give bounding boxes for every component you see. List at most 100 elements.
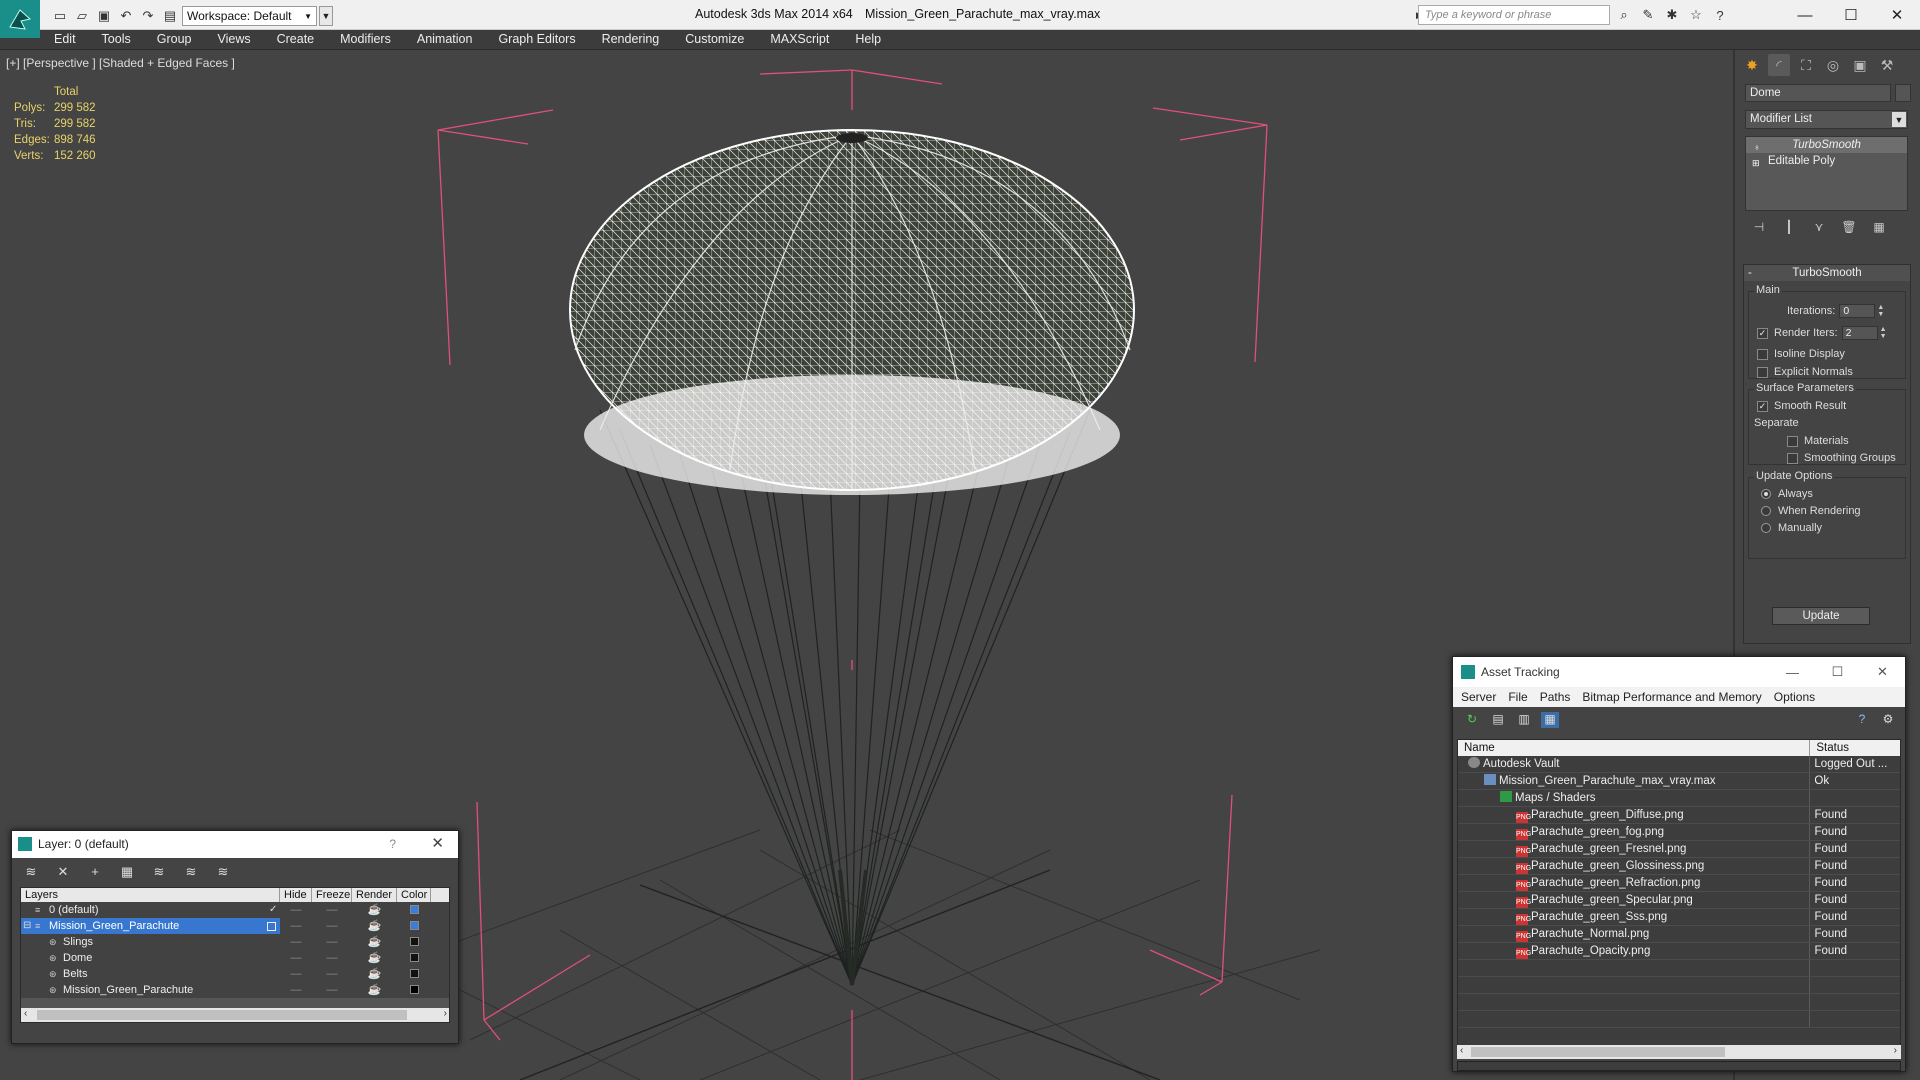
object-color-swatch[interactable] <box>1895 84 1911 102</box>
scroll-left-icon[interactable]: ‹ <box>24 1008 27 1019</box>
menu-tools[interactable]: Tools <box>102 30 144 49</box>
layer-name-cell[interactable]: ⊛ Slings <box>21 934 280 950</box>
hide-toggle[interactable]: — <box>280 966 312 982</box>
hide-toggle[interactable]: — <box>280 918 312 934</box>
rollout-header[interactable]: - TurboSmooth <box>1744 265 1910 281</box>
menu-rendering[interactable]: Rendering <box>602 30 673 49</box>
asset-name-cell[interactable]: PNGParachute_Normal.png <box>1458 926 1811 942</box>
configure-sets-icon[interactable]: ▦ <box>1871 220 1887 234</box>
col-color[interactable]: Color <box>397 888 431 902</box>
render-teapot-icon[interactable]: ☕ <box>352 902 397 918</box>
asset-horizontal-scrollbar[interactable]: ‹ › <box>1457 1045 1901 1059</box>
modifier-list-dropdown[interactable]: Modifier List ▼ <box>1745 110 1908 129</box>
grid-view-icon[interactable]: ▦ <box>1541 712 1559 728</box>
col-render[interactable]: Render <box>352 888 397 902</box>
layer-name-cell[interactable]: ≡ 0 (default) <box>21 902 280 918</box>
remove-modifier-icon[interactable]: 🗑 <box>1841 220 1857 234</box>
vault-help-icon[interactable]: ? <box>1853 712 1871 728</box>
collapse-minus-icon[interactable]: ⊟ <box>23 918 31 934</box>
asset-name-cell[interactable]: PNGParachute_green_fog.png <box>1458 824 1811 840</box>
layer-dialog-titlebar[interactable]: Layer: 0 (default) ? ✕ <box>12 831 458 858</box>
asset-name-cell[interactable]: PNGParachute_green_Sss.png <box>1458 909 1811 925</box>
scroll-thumb[interactable] <box>37 1010 407 1020</box>
highlight-selected-icon[interactable]: ≋ <box>150 864 168 880</box>
render-teapot-icon[interactable]: ☕ <box>352 950 397 966</box>
help-icon[interactable]: ? <box>1710 5 1730 25</box>
col-layers[interactable]: Layers <box>21 888 280 902</box>
asset-row[interactable]: PNGParachute_Opacity.png Found <box>1458 943 1900 960</box>
active-layer-check-icon[interactable]: ✓ <box>269 902 277 918</box>
asset-row[interactable]: PNGParachute_green_Glossiness.png Found <box>1458 858 1900 875</box>
create-tab-icon[interactable]: ✸ <box>1741 54 1763 76</box>
asset-name-cell[interactable]: Mission_Green_Parachute_max_vray.max <box>1458 773 1811 789</box>
layer-name-cell[interactable]: ⊛ Belts <box>21 966 280 982</box>
asset-name-cell[interactable]: Maps / Shaders <box>1458 790 1811 806</box>
asset-name-cell[interactable]: PNGParachute_Opacity.png <box>1458 943 1811 959</box>
always-radio[interactable] <box>1761 489 1771 499</box>
freeze-toggle[interactable]: — <box>312 934 352 950</box>
utilities-tab-icon[interactable]: ⚒ <box>1876 54 1898 76</box>
asset-row[interactable]: PNGParachute_green_Refraction.png Found <box>1458 875 1900 892</box>
redo-icon[interactable]: ↷ <box>138 6 158 26</box>
asset-name-cell[interactable]: PNGParachute_green_Refraction.png <box>1458 875 1811 891</box>
scroll-right-icon[interactable]: › <box>1894 1045 1897 1056</box>
layer-row[interactable]: ⊛ Belts — — ☕ <box>21 966 449 982</box>
asset-row[interactable]: PNGParachute_green_Sss.png Found <box>1458 909 1900 926</box>
layer-color-swatch[interactable] <box>397 934 431 950</box>
render-iters-spinner[interactable]: 2 <box>1841 326 1878 340</box>
asset-dialog-titlebar[interactable]: Asset Tracking — ☐ ✕ <box>1453 657 1905 687</box>
spinner-arrows-icon[interactable]: ▲ ▼ <box>1880 326 1888 340</box>
smooth-result-checkbox[interactable]: ✓ <box>1757 400 1768 412</box>
layer-color-swatch[interactable] <box>397 950 431 966</box>
layer-name-cell[interactable]: ⊛ Dome <box>21 950 280 966</box>
workspace-dropdown[interactable]: Workspace: Default ▼ <box>182 6 317 26</box>
col-freeze[interactable]: Freeze <box>312 888 352 902</box>
close-button[interactable]: ✕ <box>1860 657 1905 687</box>
col-hide[interactable]: Hide <box>280 888 312 902</box>
asset-name-cell[interactable]: PNGParachute_green_Glossiness.png <box>1458 858 1811 874</box>
minimize-button[interactable]: — <box>1770 657 1815 687</box>
asset-name-cell[interactable]: Autodesk Vault <box>1458 756 1811 772</box>
menu-options[interactable]: Options <box>1774 690 1815 704</box>
menu-create[interactable]: Create <box>277 30 328 49</box>
menu-edit[interactable]: Edit <box>54 30 89 49</box>
render-teapot-icon[interactable]: ☕ <box>352 918 397 934</box>
minimize-button[interactable]: — <box>1782 0 1828 30</box>
table-view-icon[interactable]: ▥ <box>1515 712 1533 728</box>
menu-views[interactable]: Views <box>217 30 263 49</box>
explicit-normals-checkbox[interactable] <box>1757 366 1768 378</box>
asset-name-cell[interactable]: PNGParachute_green_Diffuse.png <box>1458 807 1811 823</box>
display-tab-icon[interactable]: ▣ <box>1849 54 1871 76</box>
qat-customize-button[interactable]: ▼ <box>319 6 333 26</box>
freeze-toggle[interactable]: — <box>312 918 352 934</box>
asset-row[interactable]: Mission_Green_Parachute_max_vray.max Ok <box>1458 773 1900 790</box>
show-end-result-icon[interactable]: ┃ <box>1781 220 1797 234</box>
favorites-star-icon[interactable]: ☆ <box>1686 5 1706 25</box>
menu-customize[interactable]: Customize <box>685 30 757 49</box>
layer-name-cell[interactable]: ≡ Mission_Green_Parachute <box>21 918 280 934</box>
close-button[interactable]: ✕ <box>431 834 444 852</box>
hierarchy-tab-icon[interactable]: ⛶ <box>1795 54 1817 76</box>
layer-color-swatch[interactable] <box>397 982 431 998</box>
undo-icon[interactable]: ↶ <box>116 6 136 26</box>
scroll-left-icon[interactable]: ‹ <box>1460 1045 1463 1056</box>
hide-toggle[interactable]: — <box>280 934 312 950</box>
menu-modifiers[interactable]: Modifiers <box>340 30 404 49</box>
render-teapot-icon[interactable]: ☕ <box>352 934 397 950</box>
layer-row[interactable]: ⊛ Slings — — ☕ <box>21 934 449 950</box>
help-button[interactable]: ? <box>389 837 396 851</box>
freeze-toggle[interactable]: — <box>312 966 352 982</box>
new-file-icon[interactable]: ▭ <box>50 6 70 26</box>
menu-help[interactable]: Help <box>855 30 894 49</box>
freeze-toggle[interactable]: — <box>312 950 352 966</box>
menu-server[interactable]: Server <box>1461 690 1496 704</box>
freeze-all-icon[interactable]: ≋ <box>214 864 232 880</box>
menu-group[interactable]: Group <box>157 30 205 49</box>
asset-name-cell[interactable]: PNGParachute_green_Fresnel.png <box>1458 841 1811 857</box>
materials-checkbox[interactable] <box>1787 435 1798 447</box>
object-name-field[interactable]: Dome <box>1745 84 1891 102</box>
scroll-right-icon[interactable]: › <box>444 1008 447 1019</box>
menu-graph-editors[interactable]: Graph Editors <box>498 30 588 49</box>
update-button[interactable]: Update <box>1772 607 1870 625</box>
layer-color-swatch[interactable] <box>397 966 431 982</box>
